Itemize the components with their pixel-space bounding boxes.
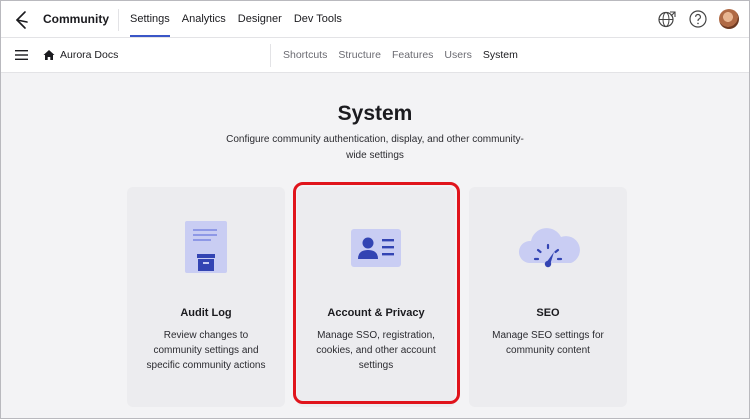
page-description: Configure community authentication, disp… xyxy=(226,134,524,161)
top-right-icons xyxy=(646,9,739,29)
tab-dev-tools[interactable]: Dev Tools xyxy=(294,1,342,38)
account-privacy-card[interactable]: Account & Privacy Manage SSO, registrati… xyxy=(297,187,455,407)
audit-log-card[interactable]: Audit Log Review changes to community se… xyxy=(127,187,285,407)
section-tabs: Shortcuts Structure Features Users Syste… xyxy=(283,38,529,73)
cloud-gauge-icon xyxy=(518,228,580,268)
community-logo-icon[interactable] xyxy=(13,10,31,30)
avatar[interactable] xyxy=(719,9,739,29)
tab-users[interactable]: Users xyxy=(444,38,471,73)
page-title: System xyxy=(337,102,413,125)
home-icon[interactable] xyxy=(43,49,55,61)
card-description: Manage SEO settings for community conten… xyxy=(492,330,604,356)
card-title: Account & Privacy xyxy=(327,307,425,319)
tab-shortcuts[interactable]: Shortcuts xyxy=(283,38,327,73)
card-title: Audit Log xyxy=(180,307,232,319)
audit-log-icon xyxy=(185,221,227,273)
tab-system[interactable]: System xyxy=(483,38,518,73)
main-tabs: Settings Analytics Designer Dev Tools xyxy=(130,1,354,38)
card-title: SEO xyxy=(536,307,560,319)
top-navigation-bar: Community Settings Analytics Designer De… xyxy=(1,1,749,38)
tab-analytics[interactable]: Analytics xyxy=(182,1,226,38)
secondary-navigation-bar: Aurora Docs Shortcuts Structure Features… xyxy=(1,38,749,73)
hamburger-menu-icon[interactable] xyxy=(15,49,28,61)
tab-structure[interactable]: Structure xyxy=(338,38,381,73)
card-description: Review changes to community settings and… xyxy=(146,330,266,371)
app-title: Community xyxy=(43,12,109,26)
id-card-icon xyxy=(351,229,401,267)
breadcrumb[interactable]: Aurora Docs xyxy=(60,49,118,61)
card-description: Manage SSO, registration, cookies, and o… xyxy=(316,330,436,371)
tab-features[interactable]: Features xyxy=(392,38,433,73)
app-window: Community Settings Analytics Designer De… xyxy=(0,0,750,419)
tab-designer[interactable]: Designer xyxy=(238,1,282,38)
divider xyxy=(118,9,119,31)
help-icon[interactable] xyxy=(688,9,708,29)
globe-icon[interactable] xyxy=(657,9,677,29)
seo-card[interactable]: SEO Manage SEO settings for community co… xyxy=(469,187,627,407)
tab-settings[interactable]: Settings xyxy=(130,1,170,38)
divider xyxy=(270,44,271,67)
